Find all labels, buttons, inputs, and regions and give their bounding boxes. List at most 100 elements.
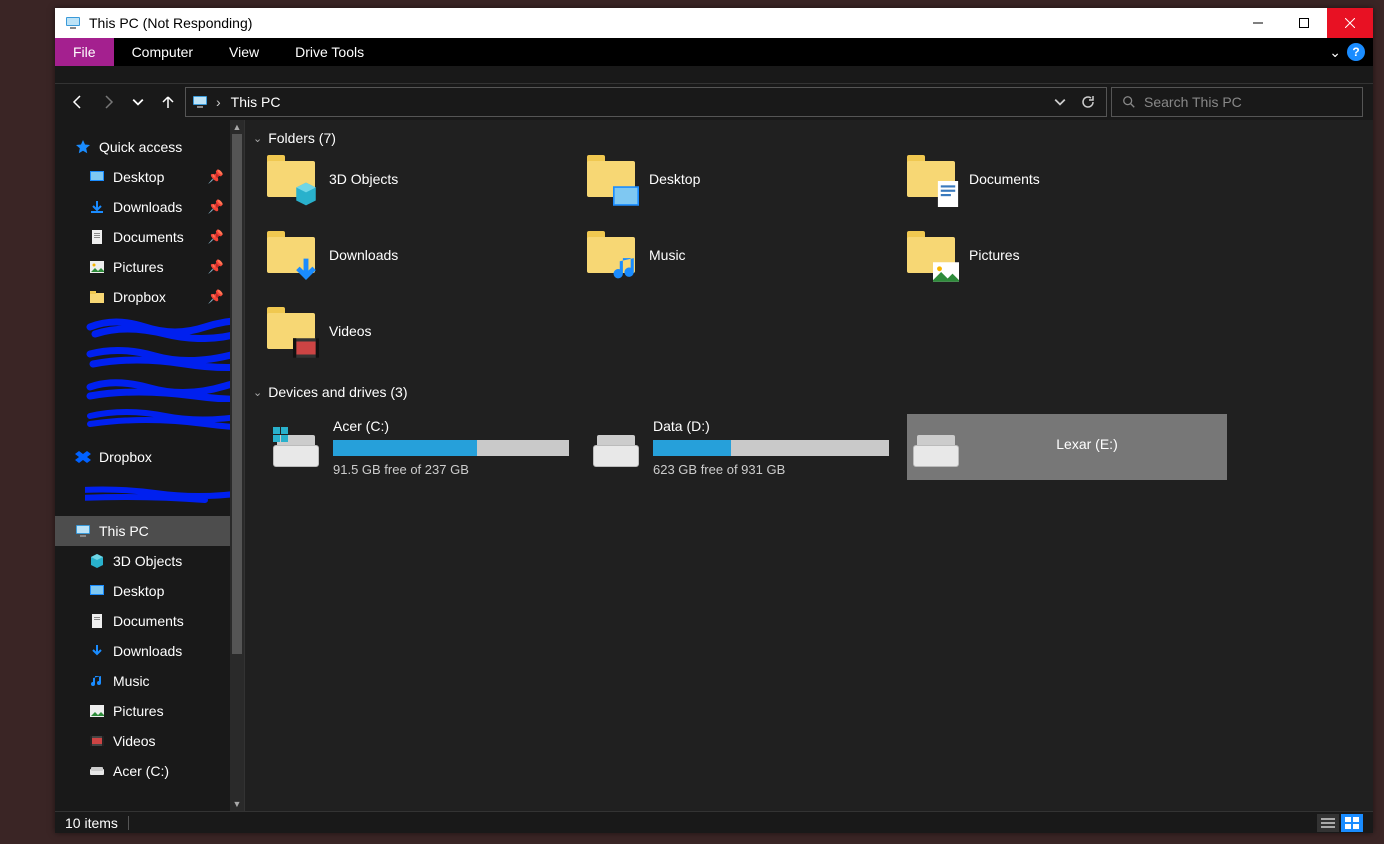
- sidebar-dropbox[interactable]: Dropbox: [55, 442, 230, 472]
- folder-icon: [267, 307, 315, 355]
- folders-section-header[interactable]: ⌄ Folders (7): [253, 120, 1373, 154]
- sidebar-pc-pictures[interactable]: Pictures: [55, 696, 230, 726]
- scrollbar-thumb[interactable]: [232, 134, 242, 654]
- sidebar-qa-downloads[interactable]: Downloads 📌: [55, 192, 230, 222]
- sidebar-quick-access[interactable]: Quick access: [55, 132, 230, 162]
- drive-usage-bar: [653, 440, 889, 456]
- drive-name: Acer (C:): [333, 418, 581, 434]
- folder-label: Downloads: [329, 247, 398, 263]
- sidebar-pc-music[interactable]: Music: [55, 666, 230, 696]
- sidebar-pc-downloads[interactable]: Downloads: [55, 636, 230, 666]
- help-icon[interactable]: ?: [1347, 43, 1365, 61]
- sidebar-this-pc[interactable]: This PC: [55, 516, 230, 546]
- downloads-icon: [89, 199, 105, 215]
- folder-label: Pictures: [969, 247, 1020, 263]
- sidebar-qa-dropbox[interactable]: Dropbox 📌: [55, 282, 230, 312]
- sidebar-pc-videos[interactable]: Videos: [55, 726, 230, 756]
- windows-logo-icon: [273, 427, 289, 443]
- minimize-button[interactable]: [1235, 8, 1281, 38]
- drive-data-d[interactable]: Data (D:) 623 GB free of 931 GB: [587, 414, 907, 480]
- address-this-pc-icon: [192, 94, 208, 110]
- menu-computer[interactable]: Computer: [114, 38, 211, 66]
- downloads-icon: [89, 643, 105, 659]
- folder-icon: [267, 155, 315, 203]
- ribbon-collapse-icon[interactable]: ⌄: [1329, 44, 1341, 61]
- refresh-button[interactable]: [1076, 90, 1100, 114]
- pictures-overlay-icon: [933, 261, 959, 283]
- pictures-icon: [89, 259, 105, 275]
- sidebar-item-label: Acer (C:): [113, 763, 169, 779]
- redacted-item: [85, 342, 230, 372]
- explorer-window: This PC (Not Responding) File Computer V…: [55, 8, 1373, 833]
- drive-name: Lexar (E:): [953, 436, 1221, 452]
- section-title: Folders (7): [268, 130, 336, 146]
- navigation-pane: Quick access Desktop 📌 Downloads 📌 Docum…: [55, 120, 245, 811]
- drive-usage-bar: [333, 440, 569, 456]
- chevron-down-icon: ⌄: [253, 386, 262, 399]
- drive-lexar-e[interactable]: Lexar (E:): [907, 414, 1227, 480]
- sidebar-pc-3d-objects[interactable]: 3D Objects: [55, 546, 230, 576]
- pin-icon: 📌: [208, 229, 224, 245]
- videos-icon: [89, 733, 105, 749]
- sidebar-item-label: Desktop: [113, 169, 164, 185]
- close-button[interactable]: [1327, 8, 1373, 38]
- view-details-button[interactable]: [1317, 814, 1339, 832]
- folder-label: Music: [649, 247, 686, 263]
- sidebar-item-label: Desktop: [113, 583, 164, 599]
- maximize-button[interactable]: [1281, 8, 1327, 38]
- menu-drive-tools[interactable]: Drive Tools: [277, 38, 382, 66]
- search-input[interactable]: [1144, 94, 1352, 110]
- redacted-item: [85, 312, 230, 342]
- folder-icon: [907, 155, 955, 203]
- nav-up-button[interactable]: [155, 89, 181, 115]
- menu-file[interactable]: File: [55, 38, 114, 66]
- drive-free-text: 623 GB free of 931 GB: [653, 462, 901, 477]
- 3d-objects-icon: [89, 553, 105, 569]
- downloads-overlay-icon: [293, 257, 319, 283]
- sidebar-item-label: Dropbox: [99, 449, 152, 465]
- desktop-icon: [89, 169, 105, 185]
- sidebar-pc-desktop[interactable]: Desktop: [55, 576, 230, 606]
- folder-desktop[interactable]: Desktop: [587, 154, 907, 204]
- documents-icon: [89, 613, 105, 629]
- titlebar: This PC (Not Responding): [55, 8, 1373, 38]
- scroll-up-icon[interactable]: ▲: [230, 120, 244, 134]
- folder-pictures[interactable]: Pictures: [907, 230, 1227, 280]
- drive-icon: [89, 763, 105, 779]
- drives-section-header[interactable]: ⌄ Devices and drives (3): [253, 374, 1373, 408]
- view-tiles-button[interactable]: [1341, 814, 1363, 832]
- breadcrumb-separator-icon[interactable]: ›: [214, 94, 223, 110]
- section-title: Devices and drives (3): [268, 384, 407, 400]
- sidebar-qa-documents[interactable]: Documents 📌: [55, 222, 230, 252]
- breadcrumb-location[interactable]: This PC: [229, 94, 283, 110]
- sidebar-pc-documents[interactable]: Documents: [55, 606, 230, 636]
- sidebar-scrollbar[interactable]: ▲ ▼: [230, 120, 244, 811]
- nav-back-button[interactable]: [65, 89, 91, 115]
- menu-view[interactable]: View: [211, 38, 277, 66]
- drive-icon: [593, 427, 639, 467]
- sidebar-item-label: Downloads: [113, 199, 182, 215]
- sidebar-item-label: Videos: [113, 733, 156, 749]
- documents-icon: [89, 229, 105, 245]
- folder-downloads[interactable]: Downloads: [267, 230, 587, 280]
- search-box[interactable]: [1111, 87, 1363, 117]
- folder-documents[interactable]: Documents: [907, 154, 1227, 204]
- address-bar[interactable]: › This PC: [185, 87, 1107, 117]
- window-title: This PC (Not Responding): [89, 15, 252, 31]
- status-bar: 10 items: [55, 811, 1373, 833]
- nav-recent-button[interactable]: [125, 89, 151, 115]
- pin-icon: 📌: [208, 169, 224, 185]
- scroll-down-icon[interactable]: ▼: [230, 797, 244, 811]
- folder-music[interactable]: Music: [587, 230, 907, 280]
- redacted-item: [85, 372, 230, 402]
- address-history-button[interactable]: [1048, 90, 1072, 114]
- chevron-down-icon: ⌄: [253, 132, 262, 145]
- sidebar-qa-pictures[interactable]: Pictures 📌: [55, 252, 230, 282]
- nav-forward-button[interactable]: [95, 89, 121, 115]
- folder-3d-objects[interactable]: 3D Objects: [267, 154, 587, 204]
- sidebar-pc-drive-c[interactable]: Acer (C:): [55, 756, 230, 786]
- pin-icon: 📌: [208, 199, 224, 215]
- folder-videos[interactable]: Videos: [267, 306, 587, 356]
- drive-acer-c[interactable]: Acer (C:) 91.5 GB free of 237 GB: [267, 414, 587, 480]
- sidebar-qa-desktop[interactable]: Desktop 📌: [55, 162, 230, 192]
